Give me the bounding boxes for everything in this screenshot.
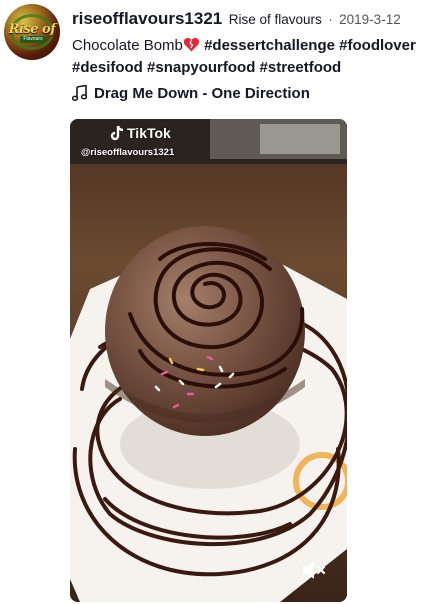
avatar-badge-text: Flavours	[20, 36, 46, 43]
video-frame	[70, 119, 347, 602]
username-link[interactable]: riseofflavours1321	[72, 9, 222, 28]
speaker-muted-icon[interactable]	[301, 559, 327, 581]
post-date: 2019-3-12	[339, 12, 401, 27]
tiktok-logo-icon	[110, 125, 124, 141]
post-header: riseofflavours1321 Rise of flavours · 20…	[72, 9, 401, 29]
music-link[interactable]: Drag Me Down - One Direction	[71, 84, 310, 102]
broken-heart-icon	[183, 37, 200, 52]
hashtag-link[interactable]: #foodlover	[339, 37, 416, 54]
nickname: Rise of flavours	[228, 12, 322, 27]
hashtag-link[interactable]: #desifood	[72, 59, 143, 76]
avatar-logo-text: Rise of	[8, 22, 56, 37]
music-note-icon	[71, 84, 88, 101]
separator-dot: ·	[328, 12, 333, 27]
music-title: Drag Me Down - One Direction	[94, 85, 310, 102]
tiktok-brand-text: TikTok	[127, 125, 171, 141]
video-player[interactable]: TikTok @riseofflavours1321	[70, 119, 347, 602]
caption-text: Chocolate Bomb	[72, 37, 183, 54]
hashtag-link[interactable]: #streetfood	[260, 59, 342, 76]
watermark-handle: @riseofflavours1321	[81, 147, 175, 158]
hashtag-link[interactable]: #snapyourfood	[147, 59, 255, 76]
tiktok-watermark: TikTok	[110, 125, 171, 141]
post-caption: Chocolate Bomb #dessertchallenge #foodlo…	[72, 35, 434, 79]
hashtag-link[interactable]: #dessertchallenge	[204, 37, 335, 54]
avatar[interactable]: Rise of Flavours	[4, 4, 60, 60]
